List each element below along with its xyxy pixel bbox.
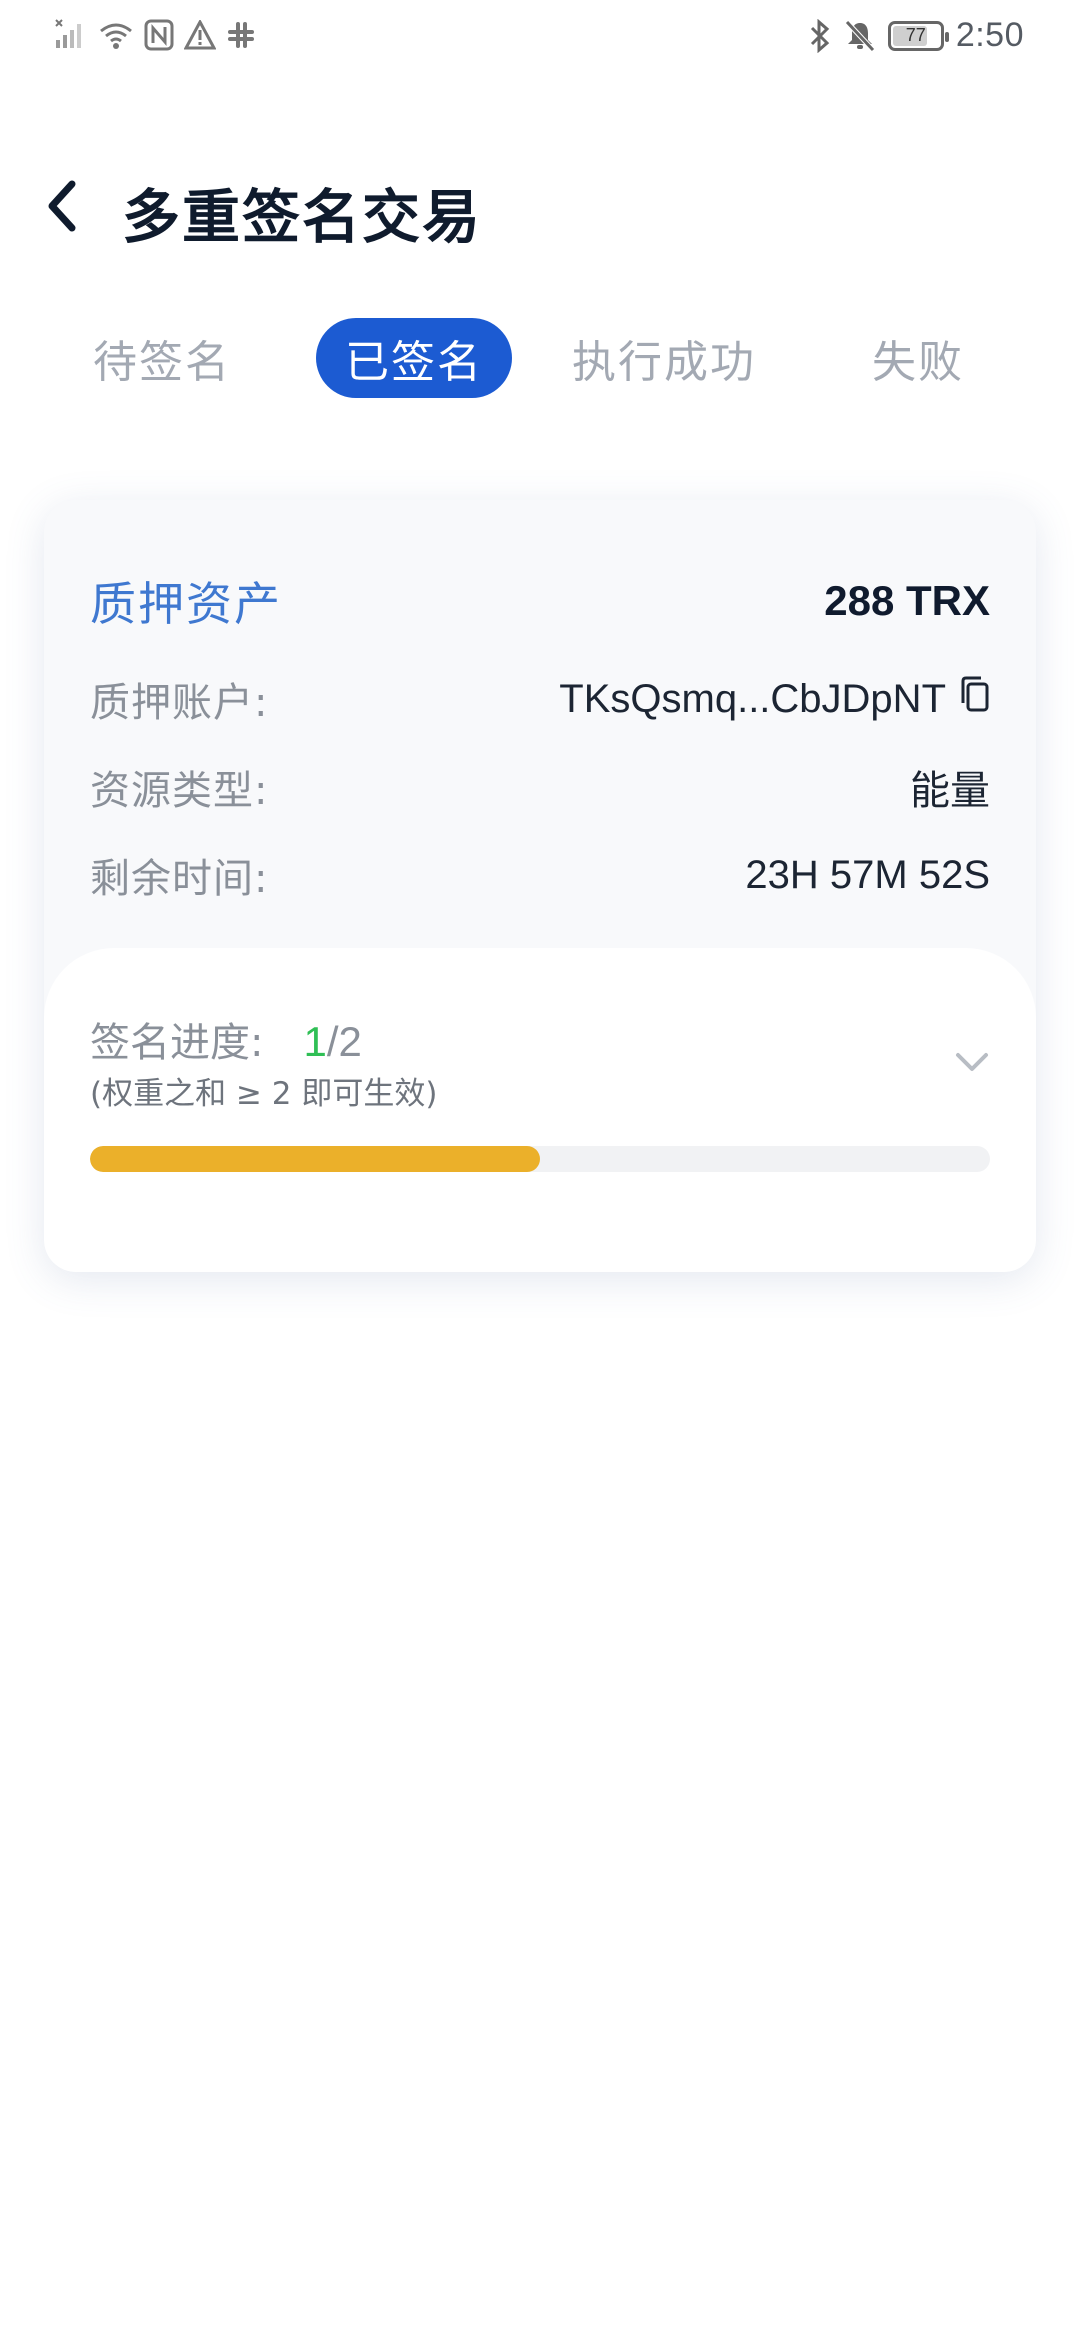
tab-failed[interactable]: 失败: [860, 318, 976, 398]
asset-row: 质押资产 288 TRX: [90, 568, 990, 634]
field-label: 剩余时间:: [90, 856, 269, 902]
app-header: 多重签名交易: [0, 150, 1080, 260]
field-row-remaining: 剩余时间: 23H 57M 52S: [90, 846, 990, 904]
status-icons-left: [54, 18, 256, 52]
progress-count: 1/2: [303, 1018, 361, 1066]
tab-pending[interactable]: 待签名: [72, 318, 252, 398]
status-time: 2:50: [955, 16, 1024, 54]
battery-icon: 77: [887, 20, 949, 51]
field-row-resource: 资源类型: 能量: [90, 758, 990, 816]
progress-label: 签名进度:: [90, 1020, 264, 1066]
chevron-left-icon: [48, 180, 76, 232]
tab-signed[interactable]: 已签名: [316, 318, 512, 398]
battery-percent: 77: [905, 25, 926, 45]
copy-icon[interactable]: [960, 675, 990, 723]
progress-bar-track: [90, 1146, 990, 1172]
field-value: TKsQsmq...CbJDpNT: [559, 676, 946, 721]
signature-progress-panel[interactable]: 签名进度: 1/2 (权重之和 ≥ 2 即可生效): [44, 948, 1036, 1272]
field-value: 23H 57M 52S: [745, 852, 990, 897]
progress-current: 1: [303, 1018, 327, 1065]
chevron-down-icon[interactable]: [950, 1040, 994, 1084]
status-bar: 77 2:50: [0, 0, 1080, 80]
wifi-icon: [98, 19, 134, 51]
bluetooth-icon: [808, 18, 832, 53]
progress-title: 签名进度: 1/2: [90, 1010, 362, 1068]
asset-value: 288 TRX: [824, 577, 990, 624]
field-row-account: 质押账户: TKsQsmq...CbJDpNT: [90, 670, 990, 728]
field-label: 质押账户:: [90, 680, 269, 726]
progress-bar-fill: [90, 1146, 540, 1172]
warning-icon: [184, 20, 216, 50]
signal-icon: [54, 18, 88, 52]
back-button[interactable]: [24, 168, 100, 244]
nfc-icon: [144, 19, 174, 51]
asset-label: 质押资产: [90, 577, 282, 631]
transaction-card[interactable]: 质押资产 288 TRX 质押账户: TKsQsmq...CbJDpNT 资源类…: [44, 500, 1036, 1272]
field-value: 能量: [910, 768, 990, 814]
progress-total: /2: [326, 1018, 362, 1065]
tab-executed[interactable]: 执行成功: [566, 318, 762, 398]
status-icons-right: 77 2:50: [808, 16, 1024, 55]
bell-muted-icon: [844, 19, 876, 53]
progress-note: (权重之和 ≥ 2 即可生效): [90, 1076, 438, 1112]
status-tabs: 待签名 已签名 执行成功 失败: [0, 318, 1080, 398]
page-title: 多重签名交易: [122, 183, 483, 251]
slack-icon: [226, 20, 256, 50]
account-address: TKsQsmq...CbJDpNT: [559, 675, 990, 723]
field-label: 资源类型:: [90, 768, 269, 814]
